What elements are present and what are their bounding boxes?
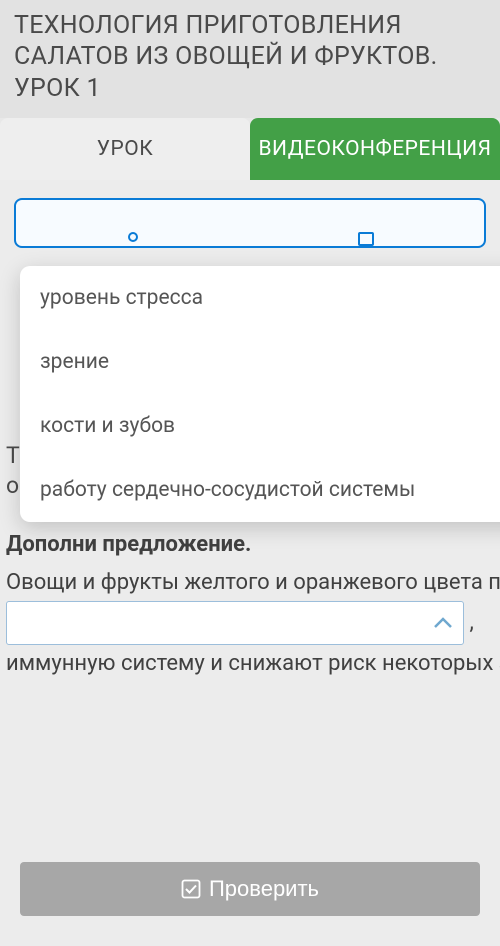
check-icon: [181, 879, 201, 899]
title-line-2: САЛАТОВ ИЗ ОВОЩЕЙ И ФРУКТОВ.: [14, 42, 438, 71]
answer-select[interactable]: [6, 601, 464, 645]
mode-selector[interactable]: [14, 198, 486, 248]
page-title: ТЕХНОЛОГИЯ ПРИГОТОВЛЕНИЯ САЛАТОВ ИЗ ОВОЩ…: [14, 10, 486, 104]
tab-bar: УРОК ВИДЕОКОНФЕРЕНЦИЯ: [0, 118, 500, 180]
task-comma: ,: [469, 610, 473, 635]
person-icon: [124, 232, 142, 246]
check-button-label: Проверить: [209, 876, 319, 902]
title-line-1: ТЕХНОЛОГИЯ ПРИГОТОВЛЕНИЯ: [14, 11, 402, 40]
dropdown-menu: уровень стресса зрение кости и зубов раб…: [20, 266, 500, 522]
task-after: иммунную систему и снижают риск некоторы…: [6, 651, 500, 676]
chevron-up-icon: [433, 616, 453, 630]
dropdown-item-3[interactable]: кости и зубов: [20, 394, 500, 458]
task-block: Дополни предложение. Овощи и фрукты желт…: [6, 530, 500, 679]
page-header: ТЕХНОЛОГИЯ ПРИГОТОВЛЕНИЯ САЛАТОВ ИЗ ОВОЩ…: [0, 0, 500, 118]
tab-video[interactable]: ВИДЕОКОНФЕРЕНЦИЯ: [250, 118, 500, 180]
task-text: Овощи и фрукты желтого и оранжевого цвет…: [6, 568, 500, 679]
dropdown-item-2[interactable]: зрение: [20, 330, 500, 394]
dropdown-item-1[interactable]: уровень стресса: [20, 266, 500, 330]
tab-lesson-label: УРОК: [97, 137, 153, 161]
tab-lesson[interactable]: УРОК: [0, 118, 250, 180]
task-before: Овощи и фрукты желтого и оранжевого цвет…: [6, 570, 500, 595]
task-title: Дополни предложение.: [6, 530, 500, 560]
dropdown-item-4[interactable]: работу сердечно-сосудистой системы: [20, 458, 500, 522]
obscured-text-bottom: о: [6, 472, 19, 499]
document-icon: [358, 232, 376, 246]
obscured-text-top: Т: [6, 442, 20, 469]
check-button[interactable]: Проверить: [20, 862, 480, 916]
title-line-3: УРОК 1: [14, 74, 101, 103]
tab-video-label: ВИДЕОКОНФЕРЕНЦИЯ: [258, 137, 491, 161]
